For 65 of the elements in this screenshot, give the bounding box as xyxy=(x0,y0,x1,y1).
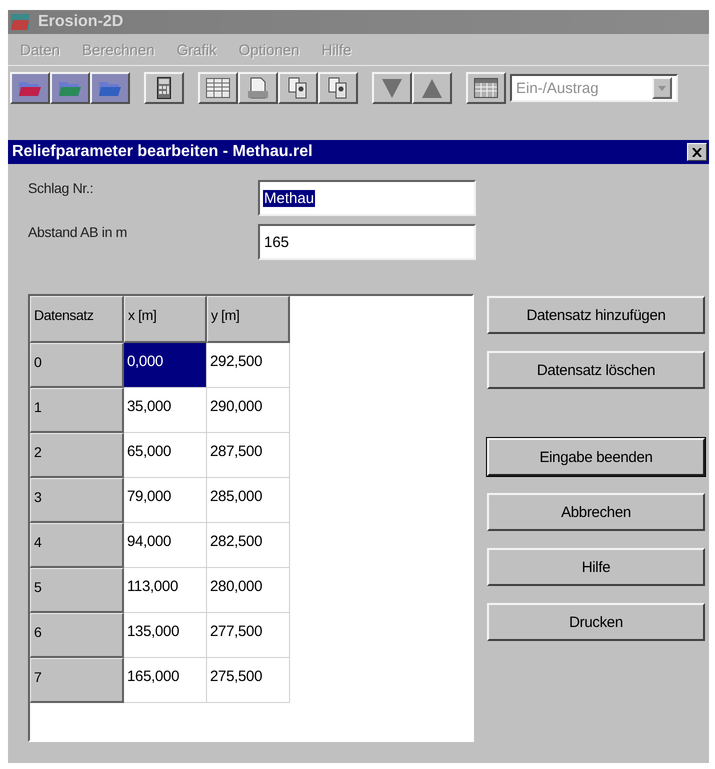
down-triangle-icon xyxy=(381,77,403,99)
table-cell[interactable]: 94,000 xyxy=(124,523,207,568)
table-cell[interactable]: 290,000 xyxy=(207,388,290,433)
toolbar-button[interactable] xyxy=(50,72,90,104)
toolbar-button[interactable] xyxy=(412,72,452,104)
toolbar-button[interactable] xyxy=(466,72,506,104)
dialog-button[interactable]: Datensatz hinzufügen xyxy=(487,296,705,334)
row-header: 4 xyxy=(30,523,124,568)
toolbar-button[interactable] xyxy=(238,72,278,104)
table-cell[interactable]: 277,500 xyxy=(207,613,290,658)
row-header: 6 xyxy=(30,613,124,658)
table-cell[interactable]: 287,500 xyxy=(207,433,290,478)
table-cell[interactable]: 292,500 xyxy=(207,343,290,388)
table-cell[interactable]: 79,000 xyxy=(124,478,207,523)
calculator-icon xyxy=(157,77,171,99)
dialog-title: Reliefparameter bearbeiten - Methau.rel xyxy=(12,143,313,161)
table-cell[interactable]: 165,000 xyxy=(124,658,207,703)
table-cell[interactable]: 285,000 xyxy=(207,478,290,523)
row-header: 5 xyxy=(30,568,124,613)
dialog-button[interactable]: Drucken xyxy=(487,603,705,641)
toolbar-button[interactable] xyxy=(198,72,238,104)
row-header: 7 xyxy=(30,658,124,703)
input-field[interactable]: 165 xyxy=(258,224,476,260)
table-cell[interactable]: 113,000 xyxy=(124,568,207,613)
toolbar-button[interactable] xyxy=(144,72,184,104)
column-header: x [m] xyxy=(124,296,207,343)
column-header: Datensatz xyxy=(30,296,124,343)
toolbar-button[interactable] xyxy=(10,72,50,104)
table-cell[interactable]: 275,500 xyxy=(207,658,290,703)
table-cell[interactable]: 282,500 xyxy=(207,523,290,568)
field-value: Methau xyxy=(263,190,316,206)
field-label: Abstand AB in m xyxy=(28,224,128,240)
toolbar-button[interactable] xyxy=(278,72,318,104)
column-header: y [m] xyxy=(207,296,290,343)
table-cell[interactable]: 35,000 xyxy=(124,388,207,433)
close-icon xyxy=(692,148,702,156)
dialog-button[interactable]: Abbrechen xyxy=(487,493,705,531)
caret-icon xyxy=(658,86,666,90)
window-title: Erosion-2D xyxy=(38,13,124,31)
table-cell[interactable]: 135,000 xyxy=(124,613,207,658)
field-value: 165 xyxy=(263,234,290,250)
dialog-button[interactable]: Datensatz löschen xyxy=(487,351,705,389)
input-field[interactable]: Methau xyxy=(258,180,476,216)
documents-icon xyxy=(327,77,349,99)
table-cell[interactable]: 280,000 xyxy=(207,568,290,613)
up-triangle-icon xyxy=(421,77,443,99)
documents-icon xyxy=(287,77,309,99)
dialog-button[interactable]: Eingabe beenden xyxy=(487,438,705,476)
toolbar-button[interactable] xyxy=(318,72,358,104)
table-cell[interactable]: 0,000 xyxy=(124,343,207,388)
app-icon xyxy=(10,12,32,32)
toolbar-button[interactable] xyxy=(372,72,412,104)
table-icon xyxy=(206,78,230,98)
field-label: Schlag Nr.: xyxy=(28,180,94,196)
grid-icon xyxy=(474,78,498,98)
table-cell[interactable]: 65,000 xyxy=(124,433,207,478)
row-header: 0 xyxy=(30,343,124,388)
row-header: 2 xyxy=(30,433,124,478)
dropdown-button[interactable] xyxy=(652,77,672,99)
toolbar-button[interactable] xyxy=(90,72,130,104)
document-icon xyxy=(247,77,269,99)
close-button[interactable] xyxy=(687,143,707,161)
row-header: 1 xyxy=(30,388,124,433)
row-header: 3 xyxy=(30,478,124,523)
dialog-button[interactable]: Hilfe xyxy=(487,548,705,586)
